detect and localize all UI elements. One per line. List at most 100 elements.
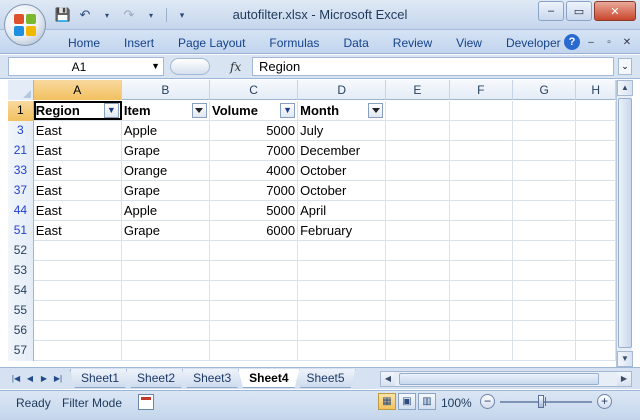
page-break-preview-icon[interactable]: ▥ <box>418 393 436 410</box>
cell[interactable] <box>386 201 450 220</box>
tab-sheet1[interactable]: Sheet1 <box>70 369 131 388</box>
scroll-left-icon[interactable]: ◀ <box>381 372 395 386</box>
row-header[interactable]: 44 <box>8 201 34 221</box>
cell[interactable] <box>298 341 387 360</box>
normal-view-icon[interactable]: ▦ <box>378 393 396 410</box>
cell[interactable] <box>450 281 513 300</box>
cell[interactable] <box>450 161 513 180</box>
formula-input[interactable]: Region <box>252 57 614 76</box>
expand-formula-bar-icon[interactable]: ⌄ <box>618 58 632 75</box>
cell[interactable] <box>34 281 122 300</box>
row-header[interactable]: 52 <box>8 241 34 261</box>
cell-item[interactable]: Apple <box>122 121 210 140</box>
row-header[interactable]: 51 <box>8 221 34 241</box>
cell[interactable] <box>576 201 616 220</box>
cell[interactable] <box>576 261 616 280</box>
cell[interactable] <box>386 181 450 200</box>
zoom-slider-track[interactable] <box>500 401 592 403</box>
cell-item[interactable]: Apple <box>122 201 210 220</box>
cell[interactable] <box>576 121 616 140</box>
cell[interactable] <box>386 301 450 320</box>
cell-d1[interactable]: Month <box>298 101 387 120</box>
cell[interactable] <box>513 201 577 220</box>
cell[interactable] <box>386 101 450 120</box>
cell[interactable] <box>386 241 450 260</box>
cell[interactable] <box>298 301 387 320</box>
tab-formulas[interactable]: Formulas <box>257 35 331 51</box>
column-header-h[interactable]: H <box>576 80 616 100</box>
cell[interactable] <box>386 261 450 280</box>
row-header[interactable]: 56 <box>8 321 34 341</box>
cell[interactable] <box>576 181 616 200</box>
row-header[interactable]: 55 <box>8 301 34 321</box>
cell-region[interactable]: East <box>34 121 122 140</box>
tab-insert[interactable]: Insert <box>112 35 166 51</box>
cell-month[interactable]: July <box>298 121 387 140</box>
workbook-restore-icon[interactable]: ▫ <box>602 35 616 49</box>
cell-b1[interactable]: Item <box>122 101 210 120</box>
cell-region[interactable]: East <box>34 201 122 220</box>
cell[interactable] <box>513 261 577 280</box>
cell-item[interactable]: Grape <box>122 221 210 240</box>
zoom-slider-thumb[interactable] <box>538 395 544 408</box>
cell[interactable] <box>298 281 387 300</box>
cell-volume[interactable]: 4000 <box>210 161 299 180</box>
cell[interactable] <box>513 341 577 360</box>
cell[interactable] <box>210 261 299 280</box>
cell[interactable] <box>386 281 450 300</box>
cell[interactable] <box>122 241 210 260</box>
cell[interactable] <box>576 281 616 300</box>
tab-developer[interactable]: Developer <box>494 35 573 51</box>
row-header[interactable]: 57 <box>8 341 34 361</box>
cell[interactable] <box>210 321 299 340</box>
chevron-down-icon[interactable]: ▼ <box>151 61 160 71</box>
cell[interactable] <box>450 321 513 340</box>
last-sheet-icon[interactable]: ▶| <box>52 372 64 385</box>
cell[interactable] <box>386 321 450 340</box>
cell-volume[interactable]: 7000 <box>210 141 299 160</box>
cell[interactable] <box>450 121 513 140</box>
cell[interactable] <box>386 141 450 160</box>
cell-month[interactable]: December <box>298 141 387 160</box>
cell[interactable] <box>450 141 513 160</box>
help-icon[interactable]: ? <box>564 34 580 50</box>
cell-item[interactable]: Orange <box>122 161 210 180</box>
column-header-d[interactable]: D <box>298 80 387 100</box>
column-header-a[interactable]: A <box>33 80 122 100</box>
cell[interactable] <box>450 201 513 220</box>
row-header[interactable]: 53 <box>8 261 34 281</box>
cell[interactable] <box>513 121 577 140</box>
scroll-up-icon[interactable]: ▲ <box>617 80 633 96</box>
row-header[interactable]: 3 <box>8 121 34 141</box>
cell-item[interactable]: Grape <box>122 181 210 200</box>
row-header[interactable]: 33 <box>8 161 34 181</box>
name-box[interactable]: A1 ▼ <box>8 57 164 76</box>
formula-cancel-enter-group[interactable] <box>170 58 210 75</box>
cell[interactable] <box>576 141 616 160</box>
cell-item[interactable]: Grape <box>122 141 210 160</box>
cell[interactable] <box>122 341 210 360</box>
cell[interactable] <box>34 301 122 320</box>
cell-region[interactable]: East <box>34 161 122 180</box>
cell-month[interactable]: October <box>298 161 387 180</box>
cell[interactable] <box>513 161 577 180</box>
cell[interactable] <box>450 341 513 360</box>
macro-record-icon[interactable] <box>138 394 154 410</box>
cell[interactable] <box>576 301 616 320</box>
restore-button[interactable]: ▭ <box>566 1 592 21</box>
row-header[interactable]: 1 <box>8 101 34 121</box>
tab-home[interactable]: Home <box>56 35 112 51</box>
workbook-minimize-icon[interactable]: – <box>584 35 598 49</box>
cell[interactable] <box>34 261 122 280</box>
cell[interactable] <box>34 241 122 260</box>
cell[interactable] <box>450 101 513 120</box>
cell[interactable] <box>210 281 299 300</box>
column-header-e[interactable]: E <box>386 80 450 100</box>
horizontal-scrollbar[interactable]: ◀ ▶ <box>380 371 632 387</box>
select-all-corner[interactable] <box>8 80 34 100</box>
filter-dropdown-icon[interactable] <box>191 103 207 118</box>
insert-function-icon[interactable]: fx <box>230 60 241 74</box>
zoom-level[interactable]: 100% <box>441 396 472 410</box>
tab-data[interactable]: Data <box>331 35 380 51</box>
filter-active-icon[interactable]: ▼ <box>280 103 296 118</box>
